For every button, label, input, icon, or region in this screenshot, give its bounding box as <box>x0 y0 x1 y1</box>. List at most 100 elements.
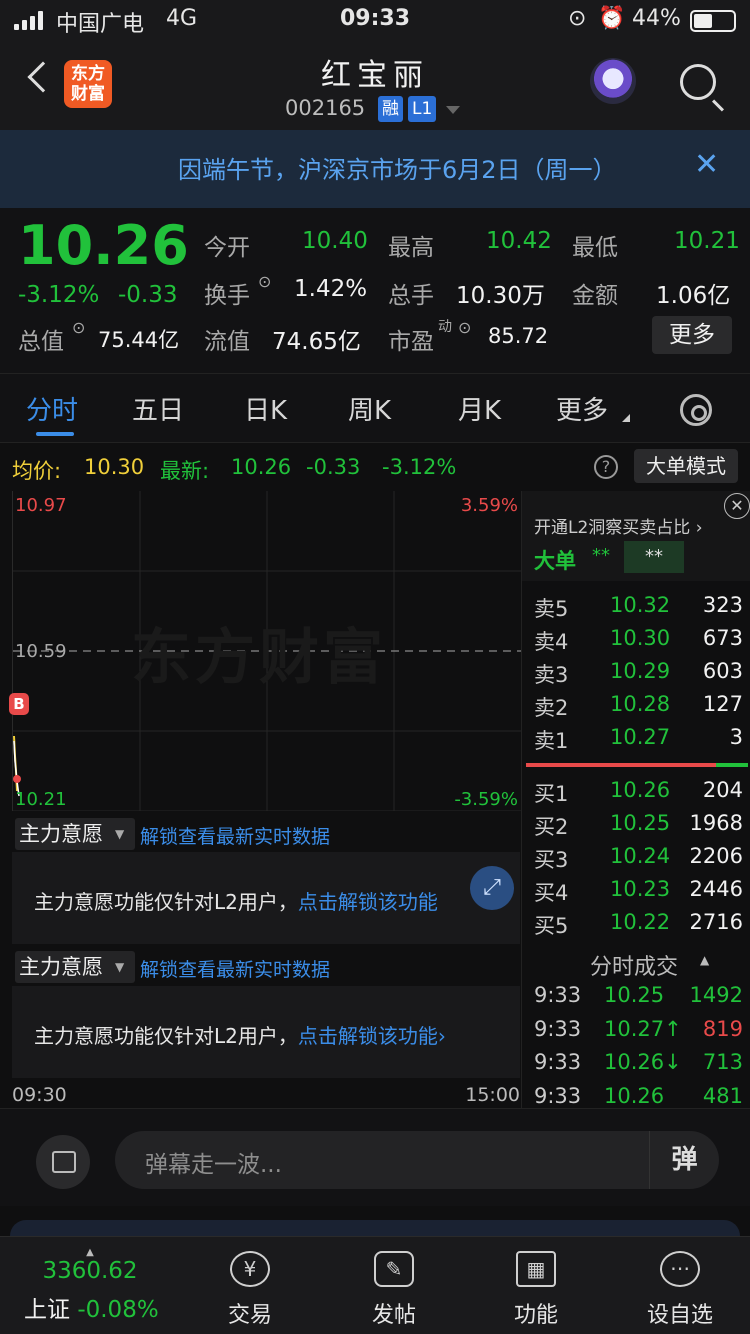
info-icon[interactable]: ⊙ <box>72 318 85 337</box>
tab-daily-k[interactable]: 日K <box>244 390 287 427</box>
robot-assistant-icon[interactable] <box>590 58 636 104</box>
level-price: 10.32 <box>610 593 671 617</box>
bids-row[interactable]: 买3 10.24 2206 <box>522 842 750 874</box>
level-label: 买1 <box>534 782 569 806</box>
danmaku-placeholder: 弹幕走一波... <box>145 1152 282 1178</box>
chevron-up-icon: ▲ <box>700 953 710 967</box>
info-icon[interactable]: ⊙ <box>258 272 271 291</box>
bids-row[interactable]: 买5 10.22 2716 <box>522 908 750 940</box>
trade-volume: 1492 <box>689 983 743 1007</box>
main-force-select[interactable]: 主力意愿 ▼ <box>15 951 135 983</box>
battery-percent: 44% <box>632 6 681 31</box>
tab-five-day[interactable]: 五日 <box>132 390 184 427</box>
l2-locked-panel[interactable]: 主力意愿功能仅针对L2用户，点击解锁该功能› <box>12 986 520 1078</box>
watermark: 东方财富 <box>131 623 387 693</box>
l2-message-text: 主力意愿功能仅针对L2用户， <box>34 890 298 914</box>
low-price: 10.21 <box>674 228 740 254</box>
last-label: 最新: <box>160 459 210 483</box>
more-dots-icon: ⋯ <box>660 1251 700 1287</box>
close-icon[interactable]: ✕ <box>724 493 750 519</box>
trade-price: 10.27↑ <box>604 1016 682 1041</box>
nav-trade[interactable]: ¥ 交易 <box>200 1247 300 1329</box>
chart-tabs: 分时 五日 日K 周K 月K 更多 <box>0 373 750 443</box>
unlock-link[interactable]: 解锁查看最新实时数据 <box>140 955 330 982</box>
trade-volume: 819 <box>702 1016 743 1041</box>
asks-row[interactable]: 卖5 10.32 323 <box>522 591 750 623</box>
chevron-down-icon: ▼ <box>115 827 125 841</box>
margin-tag: 融 <box>378 96 403 122</box>
tab-weekly-k[interactable]: 周K <box>348 390 391 427</box>
main-force-select[interactable]: 主力意愿 ▼ <box>15 818 135 850</box>
index-line: 上证 -0.08% <box>24 1290 159 1324</box>
asks-row[interactable]: 卖2 10.28 127 <box>522 690 750 722</box>
bids-row[interactable]: 买2 10.25 1968 <box>522 809 750 841</box>
tab-more[interactable]: 更多 <box>556 390 608 427</box>
more-button[interactable]: 更多 <box>652 316 732 354</box>
help-icon[interactable]: ? <box>594 455 618 479</box>
nav-post-label: 发帖 <box>371 1303 416 1328</box>
low-label: 最低 <box>572 235 618 261</box>
bids-row[interactable]: 买1 10.26 204 <box>522 776 750 808</box>
nav-add-watchlist[interactable]: ⋯ 设自选 <box>630 1247 730 1329</box>
index-ticker[interactable]: ▲ 3360.62 上证 -0.08% <box>24 1247 159 1324</box>
trades-header[interactable]: 分时成交 ▲ <box>522 949 750 981</box>
trades-row[interactable]: 9:33 10.26↓ 713 <box>522 1048 750 1080</box>
tab-intraday[interactable]: 分时 <box>26 390 78 427</box>
amount: 1.06亿 <box>656 283 731 309</box>
change-amount: -0.33 <box>118 282 178 308</box>
level-label: 买2 <box>534 815 569 839</box>
asks-row[interactable]: 卖1 10.27 3 <box>522 723 750 755</box>
level-price: 10.29 <box>610 659 671 683</box>
trade-time: 9:33 <box>534 1016 582 1041</box>
pe-label: 市盈 <box>388 329 434 355</box>
trade-time: 9:33 <box>534 1050 582 1074</box>
nav-add-watchlist-label: 设自选 <box>646 1303 713 1328</box>
gear-icon[interactable] <box>680 394 712 426</box>
nav-post[interactable]: ✎ 发帖 <box>344 1247 444 1329</box>
l2-header: 主力意愿 ▼ 解锁查看最新实时数据 <box>12 947 520 985</box>
notice-text: 因端午节，沪深京市场于6月2日（周一） <box>178 156 617 184</box>
unlock-link[interactable]: 解锁查看最新实时数据 <box>140 822 330 849</box>
level-price: 10.27 <box>610 725 671 749</box>
trade-price: 10.25 <box>604 983 665 1007</box>
l2-locked-panel[interactable]: 主力意愿功能仅针对L2用户，点击解锁该功能 ⤢ <box>12 852 520 944</box>
danmaku-input[interactable]: 弹幕走一波... 弹 <box>115 1131 719 1189</box>
info-icon[interactable]: ⊙ <box>458 318 471 337</box>
buy-marker-label: B <box>13 695 25 713</box>
stock-name: 红宝丽 <box>321 58 429 93</box>
trade-price: 10.26 <box>604 1083 665 1108</box>
danmaku-toggle-button[interactable]: 弹 <box>649 1131 719 1189</box>
big-order-value-b: ** <box>624 541 684 573</box>
chart-max-price: 10.97 <box>15 495 67 516</box>
level-volume: 2446 <box>689 877 743 901</box>
tab-monthly-k[interactable]: 月K <box>458 390 501 427</box>
expand-icon[interactable]: ⤢ <box>470 866 514 910</box>
search-icon[interactable] <box>680 64 716 100</box>
big-order-mode-button[interactable]: 大单模式 <box>634 449 738 483</box>
level-volume: 2716 <box>689 910 743 934</box>
level-volume: 323 <box>702 593 743 617</box>
nav-functions[interactable]: ▦ 功能 <box>486 1247 586 1329</box>
danmaku-settings-icon[interactable] <box>36 1135 90 1189</box>
trade-time: 9:33 <box>534 1083 582 1108</box>
trades-row[interactable]: 9:33 10.27↑ 819 <box>522 1015 750 1047</box>
stock-code: 002165 <box>285 96 366 120</box>
close-icon[interactable]: ✕ <box>694 150 719 180</box>
chevron-down-icon: ▼ <box>115 960 125 974</box>
index-name: 上证 <box>24 1297 70 1323</box>
level-volume: 127 <box>702 692 743 716</box>
l2-message: 主力意愿功能仅针对L2用户，点击解锁该功能 <box>34 886 438 915</box>
asks-row[interactable]: 卖4 10.30 673 <box>522 624 750 656</box>
trades-row[interactable]: 9:33 10.25 1492 <box>522 981 750 1013</box>
avg-label: 均价: <box>12 459 62 483</box>
asks-row[interactable]: 卖3 10.29 603 <box>522 657 750 689</box>
unlock-feature-link[interactable]: 点击解锁该功能 <box>298 1024 438 1048</box>
dropdown-icon[interactable] <box>446 106 460 114</box>
unlock-feature-link[interactable]: 点击解锁该功能 <box>298 890 438 914</box>
bids-row[interactable]: 买4 10.23 2446 <box>522 875 750 907</box>
intraday-chart[interactable]: 东方财富 10.97 3.59% 10.59 10.21 -3.59% B <box>9 491 521 811</box>
l2-promo[interactable]: 开通L2洞察买卖占比 › 大单 ** ** ✕ <box>522 491 750 581</box>
buy-marker[interactable]: B <box>9 693 29 715</box>
chart-min-price: 10.21 <box>15 789 67 810</box>
holiday-notice[interactable]: 因端午节，沪深京市场于6月2日（周一） ✕ <box>0 130 750 208</box>
